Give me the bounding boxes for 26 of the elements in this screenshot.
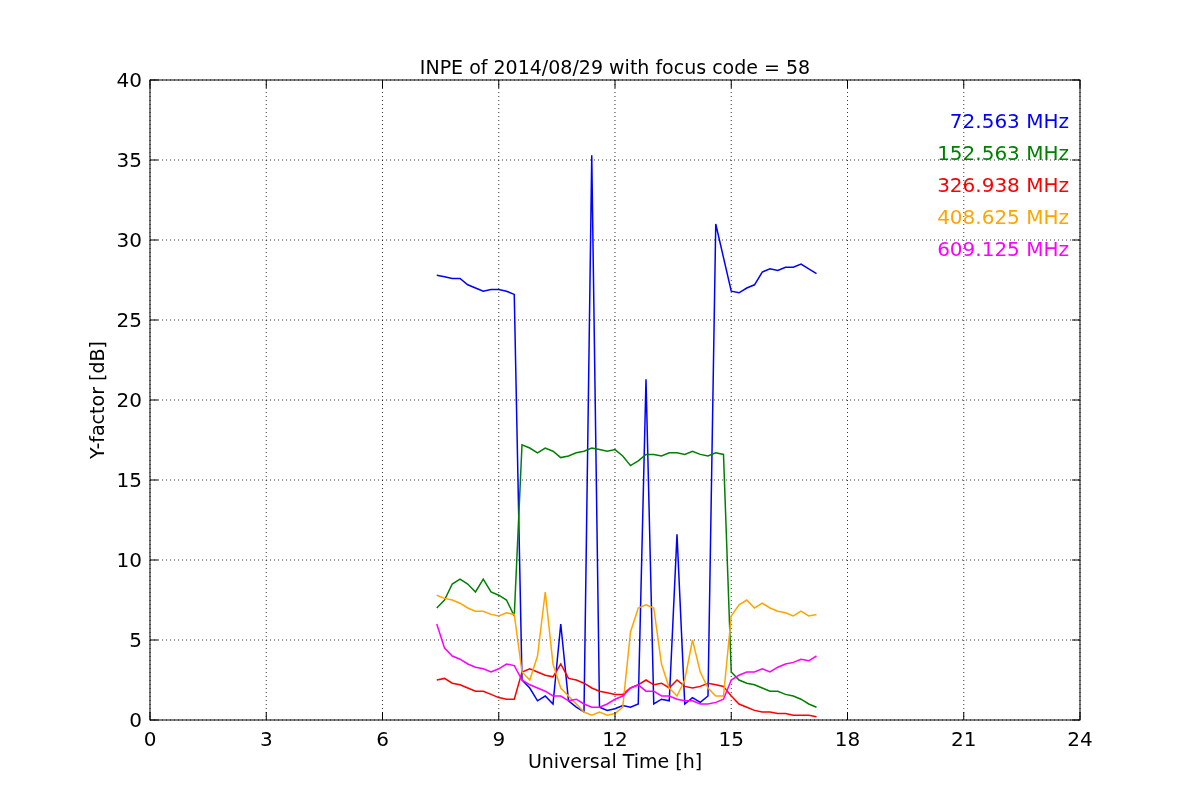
legend-label: 152.563 MHz xyxy=(937,141,1069,165)
axis-label: Y-factor [dB] xyxy=(86,341,108,459)
tick-label: 6 xyxy=(376,727,389,751)
tick-label: 21 xyxy=(951,727,977,751)
tick-label: 0 xyxy=(143,727,157,751)
tick-label: 9 xyxy=(492,727,506,751)
tick-label: 10 xyxy=(116,548,142,572)
tick-label: 15 xyxy=(116,468,142,492)
tick-label: 0 xyxy=(129,708,142,732)
tick-label: 20 xyxy=(116,388,142,412)
tick-label: 40 xyxy=(116,68,142,92)
tick-label: 12 xyxy=(602,727,628,751)
tick-label: 15 xyxy=(718,727,744,751)
legend-label: 72.563 MHz xyxy=(949,109,1069,133)
tick-label: 24 xyxy=(1067,727,1093,751)
chart-title: INPE of 2014/08/29 with focus code = 58 xyxy=(419,56,811,78)
legend-label: 408.625 MHz xyxy=(937,205,1069,229)
legend-label: 609.125 MHz xyxy=(937,237,1069,261)
tick-label: 18 xyxy=(834,727,861,751)
legend-label: 326.938 MHz xyxy=(937,173,1069,197)
tick-label: 30 xyxy=(116,228,142,252)
axis-label: Universal Time [h] xyxy=(527,750,703,772)
tick-label: 25 xyxy=(116,308,142,332)
tick-label: 35 xyxy=(116,148,142,172)
tick-label: 3 xyxy=(259,727,273,751)
tick-label: 5 xyxy=(129,628,142,652)
